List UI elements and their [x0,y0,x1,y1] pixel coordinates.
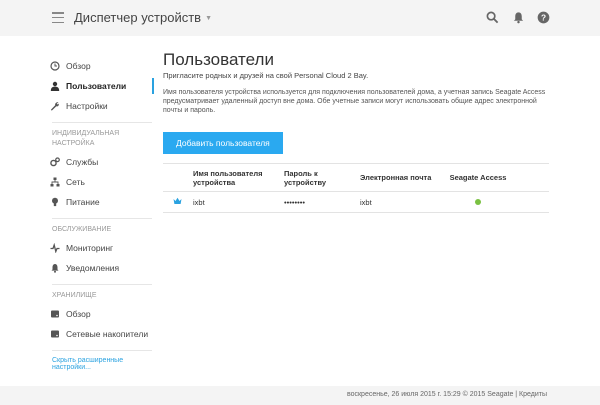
sidebar-item-label: Настройки [66,101,108,111]
main-panel: Пользователи Пригласите родных и друзей … [163,50,549,213]
sidebar-item-users[interactable]: Пользователи [44,76,154,96]
content-area: Обзор Пользователи Настройки ИНДИВИДУАЛЬ… [0,36,600,386]
sidebar-divider [52,218,152,219]
table-header-icon [163,163,193,192]
sidebar-item-storage-overview[interactable]: Обзор [44,304,154,324]
sidebar-section-storage: ХРАНИЛИЩЕ [52,292,97,299]
sidebar-divider [52,284,152,285]
sidebar-item-label: Сеть [66,177,85,187]
footer: воскресенье, 26 июля 2015 г. 15:29 © 201… [0,386,600,405]
sidebar-item-label: Питание [66,197,100,207]
sidebar-item-overview[interactable]: Обзор [44,56,154,76]
sidebar-item-label: Сетевые накопители [66,329,149,339]
pulse-icon [50,243,60,253]
sidebar-item-notifications[interactable]: Уведомления [44,258,154,278]
caret-down-icon: ▼ [205,15,213,22]
disk-icon [51,330,59,338]
table-header-access: Seagate Access [448,163,508,192]
table-header-spacer [508,163,549,192]
app-title-dropdown[interactable]: Диспетчер устройств ▼ [74,10,212,25]
sidebar-item-label: Мониторинг [66,243,114,253]
crown-icon [173,197,182,204]
table-header-row: Имя пользователя устройства Пароль к уст… [163,163,549,192]
search-icon[interactable] [486,11,499,24]
app-title: Диспетчер устройств [74,10,202,25]
bell-icon[interactable] [512,11,525,24]
clock-icon [50,61,60,71]
sidebar-item-network[interactable]: Сеть [44,172,154,192]
sidebar-section-service: ОБСЛУЖИВАНИЕ [52,226,112,233]
table-header-email: Электронная почта [360,163,448,192]
svg-text:?: ? [541,13,546,23]
table-cell-password: •••••••• [284,191,360,213]
table-cell-access [448,191,508,213]
table-cell-admin [163,191,193,213]
sidebar-divider [52,122,152,123]
sidebar: Обзор Пользователи Настройки ИНДИВИДУАЛЬ… [44,56,154,371]
add-user-button[interactable]: Добавить пользователя [163,132,283,154]
sidebar-item-label: Службы [66,157,99,167]
sidebar-item-services[interactable]: Службы [44,152,154,172]
table-cell-username: ixbt [193,191,284,213]
table-cell-email: ixbt [360,191,448,213]
users-table: Имя пользователя устройства Пароль к уст… [163,163,549,213]
sidebar-item-label: Обзор [66,61,91,71]
disk-icon [51,310,59,318]
sidebar-item-power[interactable]: Питание [44,192,154,212]
page-title: Пользователи [163,50,274,69]
sidebar-item-monitoring[interactable]: Мониторинг [44,238,154,258]
sidebar-item-label: Уведомления [66,263,120,273]
sidebar-item-settings[interactable]: Настройки [44,96,154,116]
hamburger-menu-icon[interactable] [52,12,64,23]
user-icon [50,81,60,91]
table-row[interactable]: ixbt •••••••• ixbt [163,191,549,213]
page-description: Имя пользователя устройства используется… [163,89,546,114]
wrench-icon [51,102,59,111]
network-icon [50,177,60,187]
hide-advanced-settings-link[interactable]: Скрыть расширенные настройки... [44,357,154,371]
bulb-icon [52,197,58,207]
sidebar-divider [52,350,152,351]
table-cell-spacer [508,191,549,213]
table-header-username: Имя пользователя устройства [193,163,284,192]
gears-icon [50,157,60,167]
sidebar-item-label: Обзор [66,309,91,319]
sidebar-section-personal: ИНДИВИДУАЛЬНАЯ НАСТРОЙКА [52,130,120,147]
sidebar-item-network-drives[interactable]: Сетевые накопители [44,324,154,344]
status-indicator [475,198,481,205]
bell-icon [51,264,59,273]
page-subtitle: Пригласите родных и друзей на свой Perso… [163,71,369,80]
footer-text: воскресенье, 26 июля 2015 г. 15:29 © 201… [346,391,547,398]
table-header-password: Пароль к устройству [284,163,360,192]
help-icon[interactable]: ? [537,11,550,24]
top-bar: Диспетчер устройств ▼ ? [0,0,600,36]
sidebar-item-label: Пользователи [66,81,127,91]
